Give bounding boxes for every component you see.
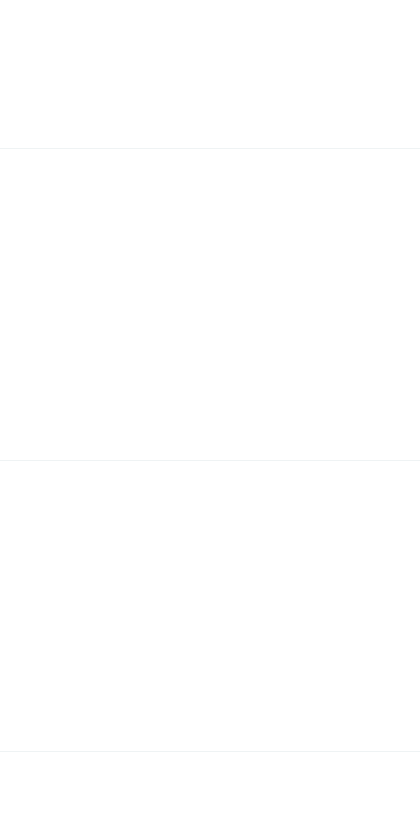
divider	[0, 460, 420, 461]
divider	[0, 148, 420, 149]
divider	[0, 751, 420, 752]
